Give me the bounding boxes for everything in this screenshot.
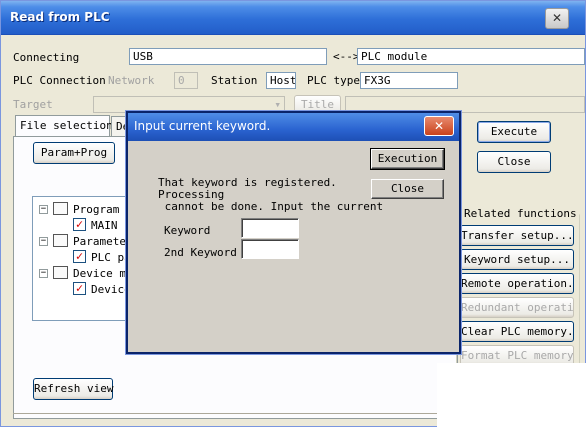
- device-memory-expander[interactable]: −: [39, 269, 48, 278]
- param-prog-button[interactable]: Param+Prog: [33, 142, 115, 164]
- station-field: Host: [266, 72, 296, 89]
- window-close-button[interactable]: ✕: [545, 8, 569, 29]
- parameter-expander[interactable]: −: [39, 237, 48, 246]
- plc-type-field: FX3G: [360, 72, 458, 89]
- connection-arrow: <-->: [333, 50, 360, 63]
- window-title: Read from PLC: [10, 10, 110, 24]
- checkmark-icon: ✓: [75, 281, 84, 295]
- network-label: Network: [108, 74, 155, 87]
- window-titlebar: Read from PLC ✕: [1, 1, 585, 35]
- transfer-setup-button[interactable]: Transfer setup...: [460, 225, 574, 246]
- tree-item-device[interactable]: Device: [91, 283, 131, 296]
- second-keyword-label: 2nd Keyword: [164, 246, 237, 259]
- plc-type-label: PLC type: [307, 74, 360, 87]
- connecting-label: Connecting: [13, 51, 80, 64]
- station-label: Station: [211, 74, 258, 87]
- tree-item-device-memory[interactable]: Device me: [73, 267, 133, 280]
- program-icon: [53, 202, 68, 215]
- dialog-close-button[interactable]: ✕: [424, 116, 454, 136]
- dialog-titlebar: Input current keyword. ✕: [128, 113, 459, 141]
- tree-item-program[interactable]: Program: [73, 203, 119, 216]
- execution-button[interactable]: Execution: [370, 148, 445, 170]
- checkmark-icon: ✓: [75, 217, 84, 231]
- target-module-field: PLC module: [357, 48, 585, 65]
- cropped-blank-area: [437, 363, 586, 427]
- device-checkbox[interactable]: ✓: [73, 282, 86, 295]
- tab-file-selection[interactable]: File selection: [15, 115, 113, 137]
- close-icon: ✕: [551, 11, 563, 25]
- plc-connection-label: PLC Connection: [13, 74, 106, 87]
- refresh-view-button[interactable]: Refresh view: [33, 378, 113, 400]
- related-functions-label: Related functions: [462, 207, 579, 220]
- program-expander[interactable]: −: [39, 205, 48, 214]
- redundant-operation-button[interactable]: Redundant operation...: [460, 297, 574, 318]
- remote-operation-button[interactable]: Remote operation...: [460, 273, 574, 294]
- input-keyword-dialog: Input current keyword. ✕ That keyword is…: [126, 111, 461, 354]
- execute-button[interactable]: Execute: [477, 121, 551, 143]
- keyword-label: Keyword: [164, 224, 211, 237]
- device-memory-icon: [53, 266, 68, 279]
- close-button[interactable]: Close: [477, 151, 551, 173]
- network-field: 0: [174, 72, 198, 89]
- keyword-setup-button[interactable]: Keyword setup...: [460, 249, 574, 270]
- close-icon: ✕: [433, 119, 445, 133]
- bottom-divider: [13, 413, 438, 414]
- plc-parameter-checkbox[interactable]: ✓: [73, 250, 86, 263]
- target-label: Target: [13, 98, 53, 111]
- connecting-field: USB: [129, 48, 327, 65]
- tree-item-parameter[interactable]: Parameter: [73, 235, 133, 248]
- dialog-message-line-3: cannot be done. Input the current: [158, 200, 384, 213]
- tree-item-plc-parameter[interactable]: PLC pa: [91, 251, 131, 264]
- clear-plc-memory-button[interactable]: Clear PLC memory...: [460, 321, 574, 342]
- tree-item-main[interactable]: MAIN: [91, 219, 118, 232]
- parameter-icon: [53, 234, 68, 247]
- second-keyword-input[interactable]: [241, 239, 299, 259]
- dialog-title: Input current keyword.: [134, 119, 271, 133]
- chevron-down-icon: ▾: [274, 98, 281, 111]
- keyword-input[interactable]: [241, 218, 299, 238]
- main-checkbox[interactable]: ✓: [73, 218, 86, 231]
- dialog-close-action-button[interactable]: Close: [371, 179, 444, 199]
- checkmark-icon: ✓: [75, 249, 84, 263]
